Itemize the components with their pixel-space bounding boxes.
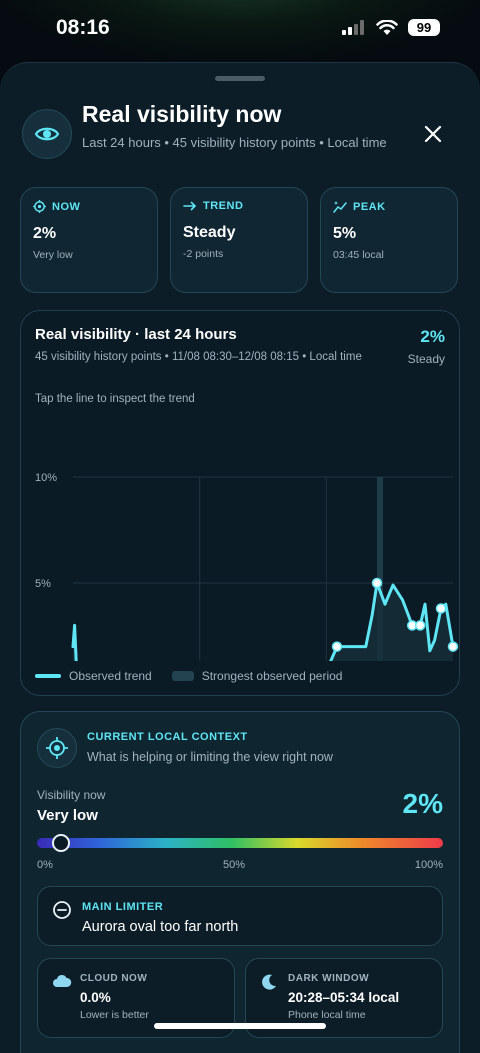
legend-label-line: Observed trend: [69, 669, 152, 683]
dark-value: 20:28–05:34 local: [288, 990, 400, 1005]
stat-label: PEAK: [353, 200, 386, 213]
series-area: [73, 583, 453, 661]
stat-sub: -2 points: [183, 248, 224, 260]
limiter-value: Aurora oval too far north: [82, 919, 239, 935]
stat-value: 5%: [333, 225, 357, 242]
data-point[interactable]: [435, 603, 447, 614]
stat-card-trend[interactable]: TREND Steady -2 points: [170, 187, 308, 293]
data-point[interactable]: [447, 641, 459, 652]
chart-legend: Observed trend Strongest observed period: [35, 669, 342, 683]
legend-swatch-band: [171, 671, 194, 681]
y-tick-label: 5%: [35, 578, 51, 590]
data-point[interactable]: [371, 577, 383, 589]
minus-circle-icon: [53, 901, 71, 919]
context-title: CURRENT LOCAL CONTEXT: [87, 731, 248, 743]
visibility-scale-bar: [37, 834, 443, 852]
status-time: 08:16: [56, 16, 110, 39]
sparkle-trend-icon: [333, 201, 347, 213]
scale-tick-mid: 50%: [223, 859, 246, 871]
page-title: Real visibility now: [82, 101, 282, 127]
visibility-value: 2%: [402, 788, 443, 819]
stat-value: Steady: [183, 224, 236, 241]
cloud-title: CLOUD NOW: [80, 973, 148, 984]
cloud-sub: Lower is better: [80, 1009, 149, 1021]
sheet-grabber[interactable]: [215, 76, 265, 81]
home-indicator: [154, 1023, 326, 1029]
context-subtitle: What is helping or limiting the view rig…: [87, 750, 333, 764]
scale-tick-min: 0%: [37, 859, 53, 871]
moon-icon: [262, 974, 276, 990]
stat-label: TREND: [203, 200, 244, 212]
visibility-level: Very low: [37, 807, 98, 824]
cloud-value: 0.0%: [80, 990, 111, 1005]
dark-title: DARK WINDOW: [288, 973, 370, 984]
dark-sub: Phone local time: [288, 1009, 366, 1021]
stat-sub: 03:45 local: [333, 249, 384, 261]
close-button[interactable]: [420, 121, 446, 147]
close-icon: [424, 125, 442, 143]
visibility-line-chart[interactable]: 0%5%10%08:3016:2500:2008:15: [21, 311, 461, 661]
wifi-icon: [376, 19, 398, 35]
cellular-signal-icon: [342, 20, 364, 35]
y-tick-label: 10%: [35, 472, 57, 484]
data-point[interactable]: [414, 620, 426, 631]
local-context-card: CURRENT LOCAL CONTEXT What is helping or…: [20, 711, 460, 1053]
visibility-label: Visibility now: [37, 788, 106, 802]
arrow-right-icon: [183, 201, 197, 211]
legend-label-band: Strongest observed period: [201, 669, 343, 683]
stat-card-peak[interactable]: PEAK 5% 03:45 local: [320, 187, 458, 293]
stat-card-now[interactable]: NOW 2% Very low: [20, 187, 158, 293]
eye-icon: [22, 109, 72, 159]
cloud-icon: [53, 974, 72, 987]
crosshair-icon: [37, 728, 77, 768]
legend-swatch-line: [35, 674, 61, 678]
page-subtitle: Last 24 hours • 45 visibility history po…: [82, 135, 387, 150]
data-point[interactable]: [331, 641, 343, 652]
battery-indicator: 99: [408, 19, 440, 36]
visibility-scale-knob: [51, 834, 70, 852]
status-bar: 08:16 99: [0, 0, 480, 60]
target-icon: [33, 200, 46, 213]
limiter-title: MAIN LIMITER: [82, 901, 164, 913]
main-limiter-box[interactable]: MAIN LIMITER Aurora oval too far north: [37, 886, 443, 946]
visibility-chart-card: Real visibility · last 24 hours 2% Stead…: [20, 310, 460, 696]
stat-sub: Very low: [33, 249, 73, 261]
stat-label: NOW: [52, 200, 81, 213]
status-icons: 99: [342, 19, 440, 36]
scale-tick-max: 100%: [414, 859, 443, 871]
stat-value: 2%: [33, 225, 57, 242]
visibility-sheet: Real visibility now Last 24 hours • 45 v…: [0, 62, 480, 1053]
